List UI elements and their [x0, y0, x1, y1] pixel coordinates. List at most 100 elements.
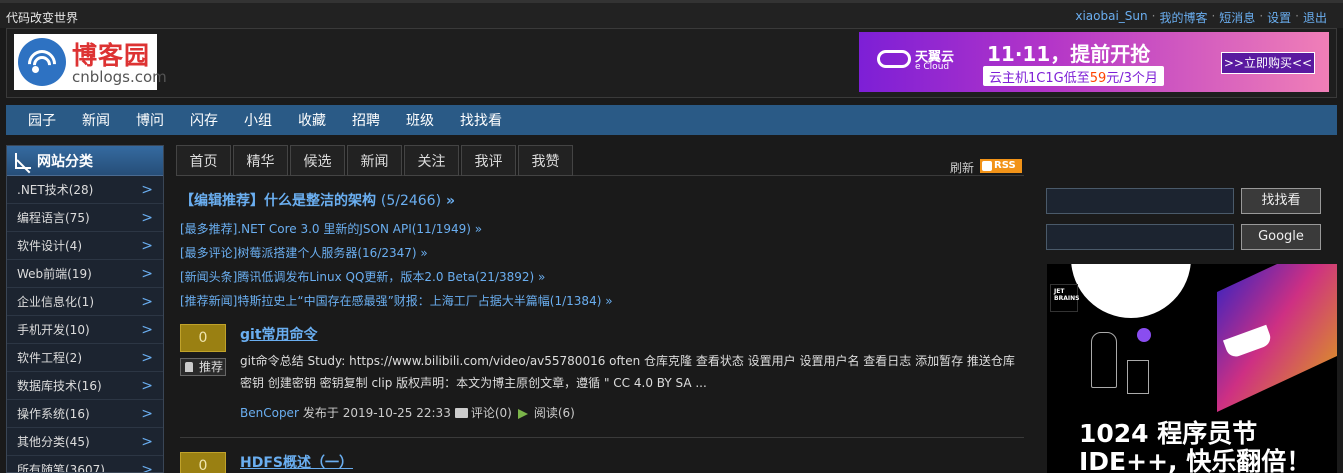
site-slogan: 代码改变世界 — [6, 11, 79, 25]
rss-logo-icon — [18, 38, 66, 86]
user-links: xiaobai_Sun · 我的博客 · 短消息 · 设置 · 退出 — [1075, 9, 1327, 26]
google-search-input[interactable] — [1046, 224, 1234, 250]
cat-illustration — [1091, 332, 1117, 388]
pot-illustration — [1127, 360, 1149, 394]
separator: · — [1259, 9, 1264, 23]
tab-following[interactable]: 关注 — [404, 145, 459, 176]
separator: · — [1211, 9, 1216, 23]
post-title[interactable]: HDFS概述（一） — [240, 452, 353, 472]
sidebar-item[interactable]: 操作系统(16) > — [7, 400, 163, 428]
chevron-right-icon: > — [141, 265, 153, 282]
vote-count: 0 — [180, 324, 226, 352]
separator: · — [1151, 9, 1156, 23]
ad-brand-en: e Cloud — [915, 62, 950, 72]
ad-subtitle: 云主机1C1G低至59元/3个月 — [983, 66, 1164, 86]
sidebar-item[interactable]: 软件工程(2) > — [7, 344, 163, 372]
post-summary: git命令总结 Study: https://www.bilibili.com/… — [240, 354, 1015, 390]
sidebar-item[interactable]: 数据库技术(16) > — [7, 372, 163, 400]
chevron-right-icon: > — [141, 181, 153, 198]
site-search-button[interactable]: 找找看 — [1241, 188, 1321, 214]
logo-domain: cnblogs.com — [72, 68, 167, 86]
sidebar-item[interactable]: 所有随笔(3607) > — [7, 456, 163, 473]
google-search-button[interactable]: Google — [1241, 224, 1321, 250]
logout-link[interactable]: 退出 — [1303, 9, 1327, 26]
featured-link[interactable]: [新闻头条]腾讯低调发布Linux QQ更新，版本2.0 Beta(21/389… — [180, 268, 613, 292]
featured-link[interactable]: [最多评论]树莓派搭建个人服务器(16/2347) » — [180, 244, 613, 268]
sidebar-item[interactable]: Web前端(19) > — [7, 260, 163, 288]
featured-links: [最多推荐].NET Core 3.0 里新的JSON API(11/1949)… — [180, 220, 613, 316]
messages-link[interactable]: 短消息 — [1219, 9, 1255, 26]
sidebar-item[interactable]: .NET技术(28) > — [7, 176, 163, 204]
main-nav: 园子 新闻 博问 闪存 小组 收藏 招聘 班级 找找看 — [6, 105, 1337, 135]
nav-groups[interactable]: 小组 — [244, 110, 272, 130]
post-tabs: 首页 精华 候选 新闻 关注 我评 我赞 刷新 RSS — [176, 145, 1024, 176]
site-search-input[interactable] — [1046, 188, 1234, 214]
recommend-button[interactable]: 推荐 — [180, 358, 226, 376]
category-sidebar: 网站分类 .NET技术(28) > 编程语言(75) > 软件设计(4) > Web前… — [6, 145, 164, 473]
chevron-right-icon: > — [141, 405, 153, 422]
jetbrains-promo[interactable]: JET BRAINS 1024 程序员节 IDE++, 快乐翻倍！ — [1047, 264, 1337, 473]
promo-line-2: IDE++, 快乐翻倍！ — [1079, 447, 1312, 473]
ad-banner[interactable]: 天翼云 e Cloud 11·11，提前开抢 云主机1C1G低至59元/3个月 … — [859, 32, 1329, 92]
reads-link[interactable]: 阅读(6) — [534, 404, 575, 421]
flower-illustration — [1137, 328, 1151, 342]
sidebar-item[interactable]: 其他分类(45) > — [7, 428, 163, 456]
chevron-right-icon: > — [141, 349, 153, 366]
chevron-right-icon: > — [141, 377, 153, 394]
tab-candidates[interactable]: 候选 — [290, 145, 345, 176]
sidebar-item[interactable]: 企业信息化(1) > — [7, 288, 163, 316]
user-name-link[interactable]: xiaobai_Sun — [1075, 9, 1147, 26]
ad-title: 11·11，提前开抢 — [987, 42, 1151, 66]
nav-jobs[interactable]: 招聘 — [352, 110, 380, 130]
chevron-right-icon: > — [141, 321, 153, 338]
comments-link[interactable]: 评论(0) — [471, 404, 512, 421]
post-item: 0 HDFS概述（一） — [180, 452, 1024, 473]
my-blog-link[interactable]: 我的博客 — [1159, 9, 1207, 26]
sidebar-title: 网站分类 — [7, 146, 163, 176]
chevron-right-icon: > — [141, 209, 153, 226]
tab-my-comments[interactable]: 我评 — [461, 145, 516, 176]
comment-icon — [454, 407, 468, 418]
featured-link[interactable]: [最多推荐].NET Core 3.0 里新的JSON API(11/1949)… — [180, 220, 613, 244]
tab-featured[interactable]: 精华 — [233, 145, 288, 176]
sidebar-item[interactable]: 手机开发(10) > — [7, 316, 163, 344]
editor-pick-headline[interactable]: 【编辑推荐】什么是整洁的架构 (5/2466) » — [180, 190, 455, 210]
refresh-link[interactable]: 刷新 — [950, 159, 974, 176]
ad-buy-button[interactable]: >>立即购买<< — [1221, 52, 1315, 74]
tab-my-likes[interactable]: 我赞 — [518, 145, 573, 176]
nav-qa[interactable]: 博问 — [136, 110, 164, 130]
vote-count: 0 — [180, 452, 226, 473]
logo-text: 博客园 — [72, 41, 151, 70]
jetbrains-logo: JET BRAINS — [1050, 284, 1079, 312]
top-bar: 代码改变世界 xiaobai_Sun · 我的博客 · 短消息 · 设置 · 退… — [0, 0, 1343, 28]
nav-search[interactable]: 找找看 — [460, 110, 502, 130]
nav-news[interactable]: 新闻 — [82, 110, 110, 130]
post-item: 0 推荐 git常用命令 git命令总结 Study: https://www.… — [180, 324, 1024, 438]
category-icon — [15, 152, 31, 169]
chevron-right-icon: > — [141, 461, 153, 473]
featured-link[interactable]: [推荐新闻]特斯拉史上“中国存在感最强”财报：上海工厂占据大半篇幅(1/1384… — [180, 292, 613, 316]
post-date: 发布于 2019-10-25 22:33 — [302, 406, 451, 420]
chevron-right-icon: > — [141, 293, 153, 310]
chevron-right-icon: > — [141, 433, 153, 450]
nav-ing[interactable]: 闪存 — [190, 110, 218, 130]
chevron-right-icon: > — [141, 237, 153, 254]
sidebar-item[interactable]: 编程语言(75) > — [7, 204, 163, 232]
sidebar-item[interactable]: 软件设计(4) > — [7, 232, 163, 260]
header: 博客园 cnblogs.com 天翼云 e Cloud 11·11，提前开抢 云… — [6, 28, 1337, 98]
post-author[interactable]: BenCoper — [240, 406, 299, 420]
separator: · — [1295, 9, 1299, 23]
nav-classes[interactable]: 班级 — [406, 110, 434, 130]
moon-shape — [1071, 264, 1191, 318]
post-meta: BenCoper 发布于 2019-10-25 22:33 评论(0) 阅读(6… — [240, 404, 575, 421]
post-title[interactable]: git常用命令 — [240, 324, 318, 344]
nav-favorites[interactable]: 收藏 — [298, 110, 326, 130]
settings-link[interactable]: 设置 — [1267, 9, 1291, 26]
site-logo[interactable]: 博客园 cnblogs.com — [14, 34, 167, 90]
tab-news[interactable]: 新闻 — [347, 145, 402, 176]
cloud-icon — [877, 50, 911, 68]
rss-icon[interactable]: RSS — [980, 159, 1022, 173]
views-icon — [517, 408, 531, 419]
tab-home[interactable]: 首页 — [176, 145, 231, 176]
nav-yuanzi[interactable]: 园子 — [28, 110, 56, 130]
